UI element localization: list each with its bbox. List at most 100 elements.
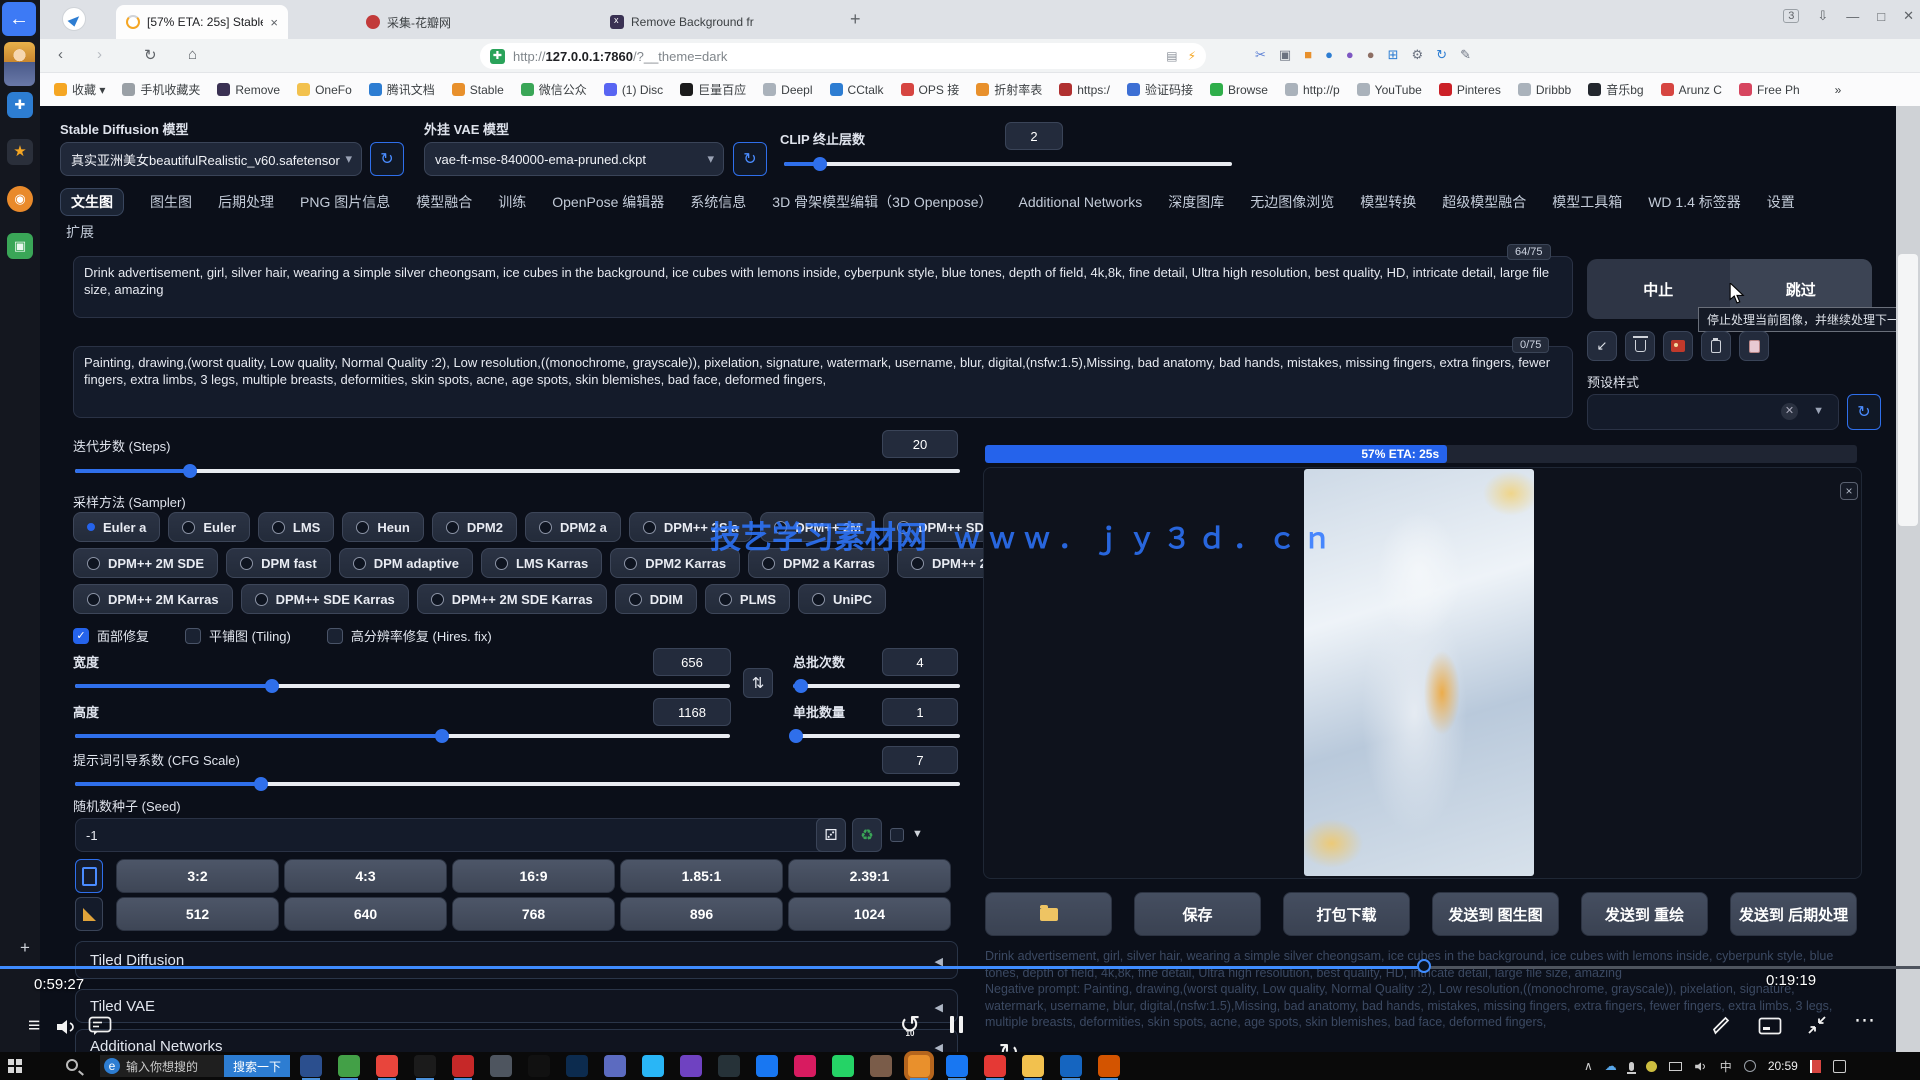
preset-button-640[interactable]: 640	[284, 897, 447, 931]
width-slider[interactable]	[75, 684, 730, 688]
taskbar-app-9[interactable]	[642, 1055, 664, 1077]
notification-center-icon[interactable]	[1833, 1060, 1846, 1073]
reload-icon[interactable]: ↻	[144, 46, 157, 64]
tab-图生图[interactable]: 图生图	[150, 192, 192, 212]
bookmark-15[interactable]: Browse	[1210, 83, 1268, 97]
preset-button-4:3[interactable]: 4:3	[284, 859, 447, 893]
clip-skip-value[interactable]: 2	[1005, 122, 1063, 150]
sampler-DDIM[interactable]: DDIM	[615, 584, 697, 614]
toolbar-icon-0[interactable]: ✂	[1255, 45, 1266, 65]
back-nav-icon[interactable]: ‹	[58, 46, 63, 63]
tab-文生图[interactable]: 文生图	[60, 188, 124, 216]
checkbox-平铺图 (Tiling)[interactable]: 平铺图 (Tiling)	[185, 626, 291, 645]
taskbar-app-10[interactable]	[680, 1055, 702, 1077]
output-button-发送到 重绘[interactable]: 发送到 重绘	[1581, 892, 1708, 936]
reuse-seed-recycle-icon[interactable]: ♻	[852, 818, 882, 852]
tab-系统信息[interactable]: 系统信息	[690, 192, 746, 212]
taskbar-app-11[interactable]	[718, 1055, 740, 1077]
sampler-DPM++ SDE Karras[interactable]: DPM++ SDE Karras	[241, 584, 409, 614]
browser-tab-stable-diffusion[interactable]: [57% ETA: 25s] Stable D ×	[116, 5, 288, 39]
taskbar-app-0[interactable]	[300, 1055, 322, 1077]
preset-button-1.85:1[interactable]: 1.85:1	[620, 859, 783, 893]
tab-模型融合[interactable]: 模型融合	[416, 192, 472, 212]
bookmark-0[interactable]: 收藏 ▾	[54, 81, 105, 98]
tray-chevron-icon[interactable]: ∧	[1584, 1059, 1593, 1073]
tab-3D 骨架模型编辑（3D Openpose）[interactable]: 3D 骨架模型编辑（3D Openpose）	[772, 192, 992, 212]
timeline-marker-icon[interactable]: +	[20, 938, 30, 958]
vae-dropdown[interactable]: vae-ft-mse-840000-ema-pruned.ckpt	[424, 142, 724, 176]
browser-tab-huaban[interactable]: 采集-花瓣网	[356, 5, 528, 39]
output-button-发送到 后期处理[interactable]: 发送到 后期处理	[1730, 892, 1857, 936]
clear-prompt-trash-icon[interactable]	[1625, 331, 1655, 361]
toolbar-icon-2[interactable]: ■	[1304, 45, 1312, 65]
preset-button-896[interactable]: 896	[620, 897, 783, 931]
new-tab-button[interactable]: +	[850, 9, 861, 30]
taskbar-search-icon[interactable]	[66, 1059, 78, 1071]
tab-深度图库[interactable]: 深度图库	[1168, 192, 1224, 212]
tab-无边图像浏览[interactable]: 无边图像浏览	[1250, 192, 1334, 212]
tab-训练[interactable]: 训练	[498, 192, 526, 212]
notebook-icon[interactable]	[1810, 1060, 1821, 1073]
taskbar-app-16[interactable]	[908, 1055, 930, 1077]
taskbar-app-3[interactable]	[414, 1055, 436, 1077]
sampler-DPM++ 2M SDE Karras[interactable]: DPM++ 2M SDE Karras	[417, 584, 607, 614]
taskbar-app-15[interactable]	[870, 1055, 892, 1077]
toolbar-icon-8[interactable]: ↻	[1436, 45, 1447, 65]
swap-dimensions-icon[interactable]: ⇅	[743, 668, 773, 698]
bookmark-5[interactable]: Stable	[452, 83, 504, 97]
close-tab-icon[interactable]: ×	[270, 15, 278, 30]
bookmark-6[interactable]: 微信公众	[521, 81, 587, 98]
cfg-slider[interactable]	[75, 782, 960, 786]
apply-style-clipboard-icon[interactable]	[1701, 331, 1731, 361]
page-scrollbar[interactable]	[1896, 106, 1920, 1052]
model-refresh-icon[interactable]	[370, 142, 404, 176]
vae-refresh-icon[interactable]	[733, 142, 767, 176]
random-seed-dice-icon[interactable]: ⚂	[816, 818, 846, 852]
dock-orange-icon[interactable]	[7, 186, 33, 212]
pause-icon[interactable]	[950, 1016, 963, 1033]
toolbar-icon-7[interactable]: ⚙	[1412, 45, 1424, 65]
tab-OpenPose 编辑器[interactable]: OpenPose 编辑器	[552, 192, 664, 212]
width-value[interactable]: 656	[653, 648, 731, 676]
batch-count-value[interactable]: 4	[882, 648, 958, 676]
sampler-DPM fast[interactable]: DPM fast	[226, 548, 331, 578]
extra-seed-checkbox[interactable]	[890, 828, 904, 842]
bookmark-4[interactable]: 腾讯文档	[369, 81, 435, 98]
danmaku-icon[interactable]	[88, 1016, 112, 1036]
bookmark-1[interactable]: 手机收藏夹	[122, 81, 200, 98]
preset-button-512[interactable]: 512	[116, 897, 279, 931]
ime-indicator[interactable]: 中	[1720, 1058, 1732, 1075]
taskbar-app-12[interactable]	[756, 1055, 778, 1077]
tab-超级模型融合[interactable]: 超级模型融合	[1442, 192, 1526, 212]
toolbar-icon-5[interactable]: ●	[1367, 45, 1375, 65]
resolution-icon[interactable]	[75, 897, 103, 931]
checkbox-面部修复[interactable]: ✓面部修复	[73, 626, 149, 645]
output-button-发送到 图生图[interactable]: 发送到 图生图	[1432, 892, 1559, 936]
bookmark-12[interactable]: 折射率表	[976, 81, 1042, 98]
toolbar-icon-1[interactable]: ▣	[1279, 45, 1291, 65]
more-options-icon[interactable]: ⋯	[1854, 1008, 1877, 1033]
subtitle-icon[interactable]	[1758, 1017, 1782, 1035]
batch-count-slider[interactable]	[793, 684, 960, 688]
volume-icon[interactable]	[55, 1016, 79, 1038]
tab-扩展[interactable]: 扩展	[66, 222, 94, 242]
generated-image[interactable]	[1304, 469, 1534, 876]
dock-star-icon[interactable]	[7, 139, 33, 165]
positive-prompt-textarea[interactable]: Drink advertisement, girl, silver hair, …	[73, 256, 1573, 318]
sampler-DPM++ 2M SDE[interactable]: DPM++ 2M SDE	[73, 548, 218, 578]
save-style-icon[interactable]	[1739, 331, 1769, 361]
toolbar-icon-6[interactable]: ⊞	[1388, 45, 1399, 65]
tab-模型工具箱[interactable]: 模型工具箱	[1552, 192, 1622, 212]
aspect-ratio-icon[interactable]	[75, 859, 103, 893]
preset-button-1024[interactable]: 1024	[788, 897, 951, 931]
bookmark-21[interactable]: Arunz C	[1661, 83, 1722, 97]
microphone-icon[interactable]	[1629, 1062, 1634, 1071]
taskbar-app-13[interactable]	[794, 1055, 816, 1077]
timeline-handle[interactable]	[1417, 959, 1431, 973]
negative-prompt-textarea[interactable]: Painting, drawing,(worst quality, Low qu…	[73, 346, 1573, 418]
seed-input[interactable]	[75, 818, 840, 852]
bookmark-7[interactable]: (1) Disc	[604, 83, 663, 97]
taskbar-app-21[interactable]	[1098, 1055, 1120, 1077]
sampler-DPM2 a[interactable]: DPM2 a	[525, 512, 621, 542]
url-field[interactable]: ✚ http://127.0.0.1:7860/?__theme=dark ▤ …	[480, 43, 1206, 69]
